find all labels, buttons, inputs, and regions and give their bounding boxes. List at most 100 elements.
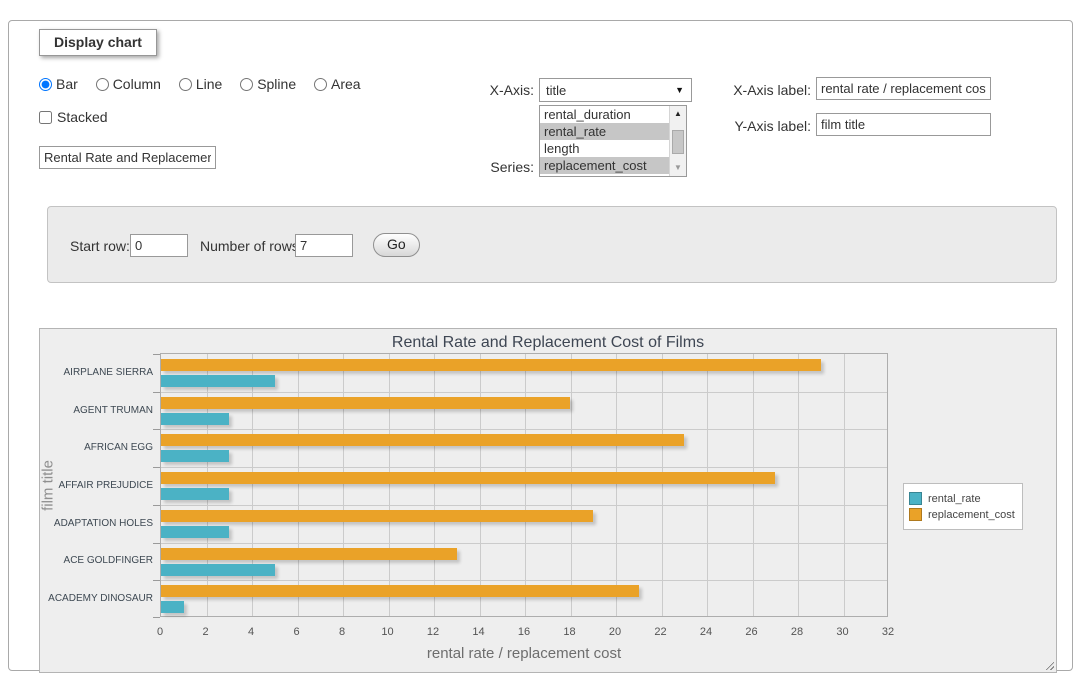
bar-replacement_cost [161,585,639,597]
scroll-up-icon[interactable]: ▲ [670,107,686,121]
area-radio[interactable] [314,78,327,91]
y-axis-tick [153,354,160,355]
x-tick-label: 16 [518,626,530,638]
column-radio[interactable] [96,78,109,91]
category-label: ACADEMY DINOSAUR [40,593,153,604]
x-axis-selected-value: title [546,83,566,98]
category-label: AFRICAN EGG [40,442,153,453]
gridline-vertical [525,354,526,616]
x-tick-label: 12 [427,626,439,638]
category-label: AIRPLANE SIERRA [40,367,153,378]
gridline-vertical [298,354,299,616]
legend-item: replacement_cost [909,508,1015,521]
gridline-vertical [662,354,663,616]
bar-replacement_cost [161,397,570,409]
gridline-vertical [252,354,253,616]
chart-type-bar[interactable]: Bar [39,76,78,92]
start-row-input[interactable] [130,234,188,257]
gridline-vertical [343,354,344,616]
gridline-vertical [571,354,572,616]
chart-type-column[interactable]: Column [96,76,161,92]
y-axis-label-field-label: Y-Axis label: [721,118,811,134]
x-tick-label: 8 [339,626,345,638]
x-axis-label-input[interactable] [816,77,991,100]
legend-swatch-replacement_cost [909,508,922,521]
panel-title: Display chart [39,29,157,56]
x-axis-tick-labels: 02468101214161820222426283032 [160,626,888,640]
x-tick-label: 22 [654,626,666,638]
series-option-rental-rate[interactable]: rental_rate [540,123,669,140]
go-button[interactable]: Go [373,233,420,257]
scrollbar-thumb[interactable] [672,130,684,154]
bar-rental_rate [161,601,184,613]
display-chart-panel: Display chart Bar Column Line Spline Are… [8,20,1073,671]
x-tick-label: 14 [472,626,484,638]
bar-replacement_cost [161,548,457,560]
y-axis-tick [153,505,160,506]
x-tick-label: 10 [381,626,393,638]
stacked-option: Stacked [39,109,108,125]
gridline-horizontal [161,543,887,544]
chart-type-spline[interactable]: Spline [240,76,296,92]
category-label: ACE GOLDFINGER [40,555,153,566]
series-option-length[interactable]: length [540,140,669,157]
series-scrollbar[interactable]: ▲ ▼ [669,106,686,176]
gridline-horizontal [161,467,887,468]
y-axis-tick [153,429,160,430]
y-axis-tick [153,617,160,618]
chart-type-radios: Bar Column Line Spline Area [39,76,375,92]
chart-legend: rental_rate replacement_cost [903,483,1023,530]
spline-radio[interactable] [240,78,253,91]
y-axis-tick [153,543,160,544]
x-tick-label: 2 [202,626,208,638]
number-of-rows-input[interactable] [295,234,353,257]
y-axis-tick [153,580,160,581]
x-axis-select[interactable]: title ▼ [539,78,692,102]
legend-label: rental_rate [928,493,981,505]
bar-radio[interactable] [39,78,52,91]
bar-rental_rate [161,375,275,387]
bar-rental_rate [161,488,229,500]
legend-label: replacement_cost [928,509,1015,521]
x-axis-field-label: X-Axis: [449,82,534,98]
number-of-rows-label: Number of rows: [200,238,303,254]
gridline-horizontal [161,505,887,506]
bar-rental_rate [161,450,229,462]
stacked-label: Stacked [57,109,108,125]
legend-item: rental_rate [909,492,1015,505]
start-row-label: Start row: [70,238,130,254]
chart-title-input[interactable] [39,146,216,169]
x-tick-label: 30 [836,626,848,638]
row-range-panel: Start row: Number of rows: Go [47,206,1057,283]
stacked-checkbox[interactable] [39,111,52,124]
chart-type-area[interactable]: Area [314,76,361,92]
category-label: AFFAIR PREJUDICE [40,480,153,491]
x-tick-label: 20 [609,626,621,638]
x-tick-label: 24 [700,626,712,638]
bar-rental_rate [161,564,275,576]
x-axis-label-field-label: X-Axis label: [721,82,811,98]
gridline-vertical [844,354,845,616]
bar-replacement_cost [161,359,821,371]
y-axis-label-input[interactable] [816,113,991,136]
chart-type-line[interactable]: Line [179,76,222,92]
y-axis-tick [153,392,160,393]
scroll-down-icon[interactable]: ▼ [670,161,686,175]
series-multiselect[interactable]: rental_duration rental_rate length repla… [539,105,687,177]
bar-rental_rate [161,413,229,425]
series-option-replacement-cost[interactable]: replacement_cost [540,157,669,174]
chart-area: Rental Rate and Replacement Cost of Film… [39,328,1057,673]
x-tick-label: 6 [293,626,299,638]
gridline-vertical [389,354,390,616]
series-option-rental-duration[interactable]: rental_duration [540,106,669,123]
line-radio[interactable] [179,78,192,91]
y-axis-tick [153,467,160,468]
resize-handle-icon[interactable] [1043,659,1054,670]
gridline-horizontal [161,580,887,581]
x-tick-label: 32 [882,626,894,638]
plot-area [160,353,888,617]
x-tick-label: 26 [745,626,757,638]
category-label: AGENT TRUMAN [40,405,153,416]
gridline-vertical [616,354,617,616]
gridline-horizontal [161,429,887,430]
